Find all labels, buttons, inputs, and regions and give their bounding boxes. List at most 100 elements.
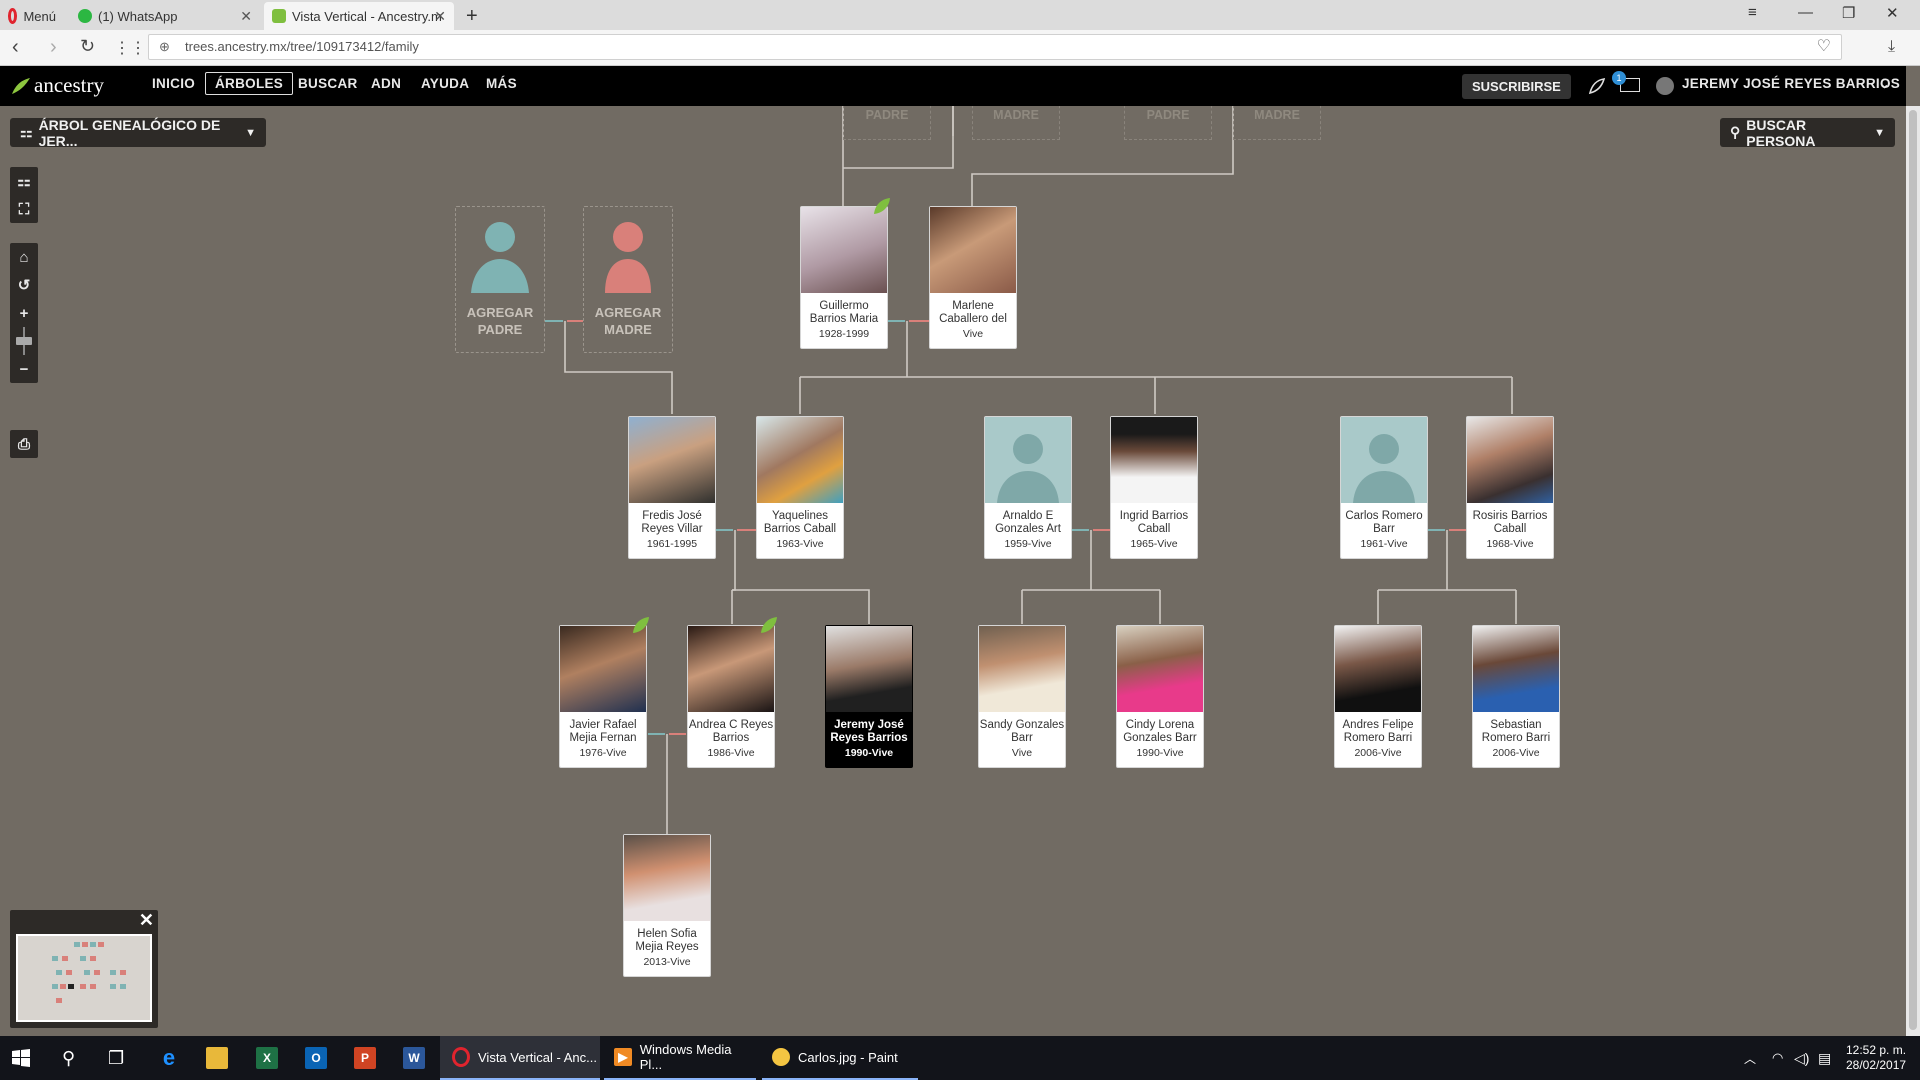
taskbar-paint[interactable]: Carlos.jpg - Paint — [762, 1036, 918, 1080]
url-input[interactable]: ⊕ trees.ancestry.mx/tree/109173412/famil… — [148, 34, 1842, 60]
new-tab-button[interactable]: + — [458, 2, 484, 30]
wifi-icon[interactable]: ◠ — [1772, 1036, 1783, 1080]
windows-logo-icon — [12, 1049, 30, 1067]
hints-leaf-icon[interactable] — [1588, 77, 1606, 95]
person-dates: 2013-Vive — [643, 956, 691, 968]
close-tab-icon[interactable]: ✕ — [240, 8, 252, 25]
nav-ayuda[interactable]: AYUDA — [421, 76, 469, 91]
ghost-add-mother[interactable]: MADRE — [972, 106, 1060, 140]
powerpoint-icon: P — [354, 1047, 376, 1069]
person-card-carlos[interactable]: Carlos Romero Barr 1961-Vive — [1340, 416, 1428, 559]
taskbar-item-label: Vista Vertical - Anc... — [478, 1049, 597, 1065]
person-photo — [801, 207, 887, 293]
vertical-scrollbar[interactable] — [1906, 106, 1920, 1036]
nav-adn[interactable]: ADN — [371, 76, 401, 91]
close-window-icon[interactable]: ✕ — [1886, 4, 1899, 22]
maximize-icon[interactable]: ❐ — [1842, 4, 1855, 22]
add-father-card[interactable]: AGREGAR PADRE — [455, 206, 545, 353]
opera-menu-button[interactable]: Menú — [0, 2, 64, 30]
show-hidden-icons[interactable]: ︿ — [1744, 1036, 1756, 1080]
person-card-jeremy-home[interactable]: Jeremy José Reyes Barrios 1990-Vive — [825, 625, 913, 768]
minimap-viewport[interactable] — [16, 934, 152, 1022]
tab-menu-icon[interactable]: ≡ — [1748, 4, 1757, 21]
close-minimap-icon[interactable]: ✕ — [139, 910, 154, 931]
hint-leaf-icon[interactable] — [631, 615, 651, 635]
person-name: Marlene Caballero del — [939, 300, 1007, 325]
search-person-button[interactable]: ⚲ BUSCAR PERSONA ▼ — [1720, 117, 1895, 149]
clock[interactable]: 12:52 p. m. 28/02/2017 — [1846, 1036, 1906, 1080]
back-icon[interactable]: ‹ — [12, 36, 19, 59]
taskbar-media-player[interactable]: ▶ Windows Media Pl... — [604, 1036, 756, 1080]
scrollbar-thumb[interactable] — [1909, 110, 1917, 1030]
minimize-icon[interactable]: — — [1798, 4, 1813, 21]
home-icon[interactable]: ⌂ — [10, 243, 38, 271]
family-view-icon[interactable]: ⚏ — [10, 167, 38, 195]
taskbar-explorer[interactable] — [206, 1036, 228, 1080]
user-menu-name[interactable]: JEREMY JOSÉ REYES BARRIOS — [1682, 76, 1900, 91]
person-card-javier[interactable]: Javier Rafael Mejia Fernan 1976-Vive — [559, 625, 647, 768]
person-card-andres[interactable]: Andres Felipe Romero Barri 2006-Vive — [1334, 625, 1422, 768]
zoom-slider-handle[interactable] — [16, 337, 32, 345]
user-avatar[interactable] — [1656, 77, 1674, 95]
url-text: trees.ancestry.mx/tree/109173412/family — [185, 39, 419, 54]
taskbar-outlook[interactable]: O — [305, 1036, 327, 1080]
chevron-down-icon[interactable]: ⌄ — [1880, 78, 1890, 91]
nav-mas[interactable]: MÁS — [486, 76, 517, 91]
ghost-add-father[interactable]: PADRE — [843, 106, 931, 140]
ghost-add-mother[interactable]: MADRE — [1233, 106, 1321, 140]
person-photo — [624, 835, 710, 921]
print-icon[interactable]: ⎙ — [10, 430, 38, 458]
subscribe-button[interactable]: SUSCRIBIRSE — [1462, 74, 1571, 99]
zoom-in-icon[interactable]: + — [10, 299, 38, 327]
close-tab-icon[interactable]: ✕ — [434, 8, 446, 25]
person-card-fredis[interactable]: Fredis José Reyes Villar 1961-1995 — [628, 416, 716, 559]
person-card-yaquelines[interactable]: Yaquelines Barrios Caball 1963-Vive — [756, 416, 844, 559]
person-card-ingrid[interactable]: Ingrid Barrios Caball 1965-Vive — [1110, 416, 1198, 559]
taskbar-powerpoint[interactable]: P — [354, 1036, 376, 1080]
tab-whatsapp[interactable]: (1) WhatsApp ✕ — [70, 2, 260, 30]
task-view-icon[interactable]: ❐ — [108, 1036, 124, 1080]
person-name: Guillermo Barrios Maria — [809, 300, 879, 325]
bookmark-heart-icon[interactable]: ♡ — [1817, 35, 1831, 59]
start-button[interactable] — [12, 1036, 30, 1080]
zoom-out-icon[interactable]: − — [10, 355, 38, 383]
ghost-add-father[interactable]: PADRE — [1124, 106, 1212, 140]
ancestry-leaf-icon — [272, 9, 286, 23]
tab-ancestry[interactable]: Vista Vertical - Ancestry.m ✕ — [264, 2, 454, 30]
person-card-andrea[interactable]: Andrea C Reyes Barrios 1986-Vive — [687, 625, 775, 768]
hint-leaf-icon[interactable] — [872, 196, 892, 216]
search-icon[interactable]: ⚲ — [62, 1036, 75, 1080]
reload-icon[interactable]: ↻ — [80, 36, 95, 57]
person-card-cindy[interactable]: Cindy Lorena Gonzales Barr 1990-Vive — [1116, 625, 1204, 768]
family-tree-canvas[interactable]: PADRE MADRE PADRE MADRE ⚏ ÁRBOL GENEALÓG… — [0, 106, 1906, 1036]
download-icon[interactable]: ⤓ — [1888, 38, 1895, 56]
hint-leaf-icon[interactable] — [759, 615, 779, 635]
person-card-guillermo[interactable]: Guillermo Barrios Maria 1928-1999 — [800, 206, 888, 349]
taskbar-excel[interactable]: X — [256, 1036, 278, 1080]
nav-buscar[interactable]: BUSCAR — [298, 76, 358, 91]
taskbar-opera-window[interactable]: Vista Vertical - Anc... — [440, 1036, 600, 1080]
pedigree-view-icon[interactable]: ⛶ — [10, 195, 38, 223]
zoom-slider[interactable] — [10, 327, 38, 355]
person-name: Sebastian Romero Barri — [1481, 719, 1551, 744]
person-card-sebastian[interactable]: Sebastian Romero Barri 2006-Vive — [1472, 625, 1560, 768]
reset-icon[interactable]: ↺ — [10, 271, 38, 299]
person-card-helen[interactable]: Helen Sofia Mejia Reyes 2013-Vive — [623, 834, 711, 977]
notifications-icon[interactable]: ▤ — [1818, 1036, 1831, 1080]
person-card-marlene[interactable]: Marlene Caballero del Vive — [929, 206, 1017, 349]
tree-minimap[interactable]: ✕ — [10, 910, 158, 1028]
taskbar-word[interactable]: W — [403, 1036, 425, 1080]
person-card-arnaldo[interactable]: Arnaldo E Gonzales Art 1959-Vive — [984, 416, 1072, 559]
volume-icon[interactable]: ◁) — [1794, 1036, 1809, 1080]
add-mother-card[interactable]: AGREGAR MADRE — [583, 206, 673, 353]
ancestry-logo[interactable]: ancestry — [10, 73, 104, 98]
excel-icon: X — [256, 1047, 278, 1069]
person-card-sandy[interactable]: Sandy Gonzales Barr Vive — [978, 625, 1066, 768]
person-card-rosiris[interactable]: Rosiris Barrios Caball 1968-Vive — [1466, 416, 1554, 559]
forward-icon[interactable]: › — [50, 36, 57, 59]
nav-inicio[interactable]: INICIO — [152, 76, 195, 91]
taskbar-edge[interactable]: e — [158, 1036, 180, 1080]
person-dates: 1965-Vive — [1130, 538, 1178, 550]
tree-selector-dropdown[interactable]: ⚏ ÁRBOL GENEALÓGICO DE JER... ▼ — [10, 117, 266, 149]
nav-arboles[interactable]: ÁRBOLES — [205, 72, 294, 95]
